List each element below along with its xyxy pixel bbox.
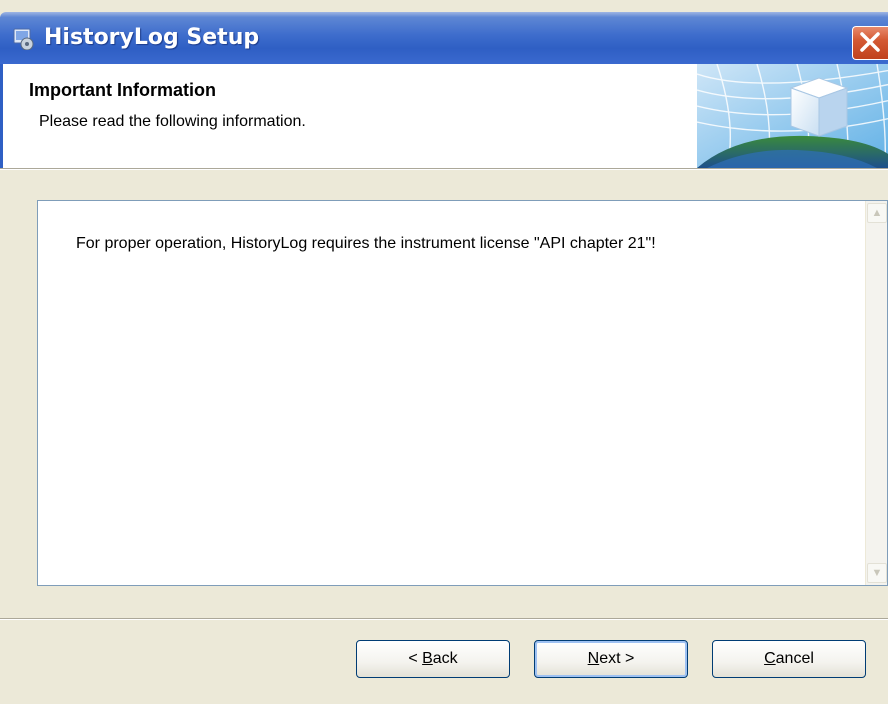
cancel-button-label: ancel [775,650,814,667]
close-button[interactable] [852,26,888,60]
header-separator [0,168,888,170]
information-text-box[interactable]: For proper operation, HistoryLog require… [37,200,888,586]
vertical-scrollbar[interactable]: ▲ ▼ [865,201,887,585]
footer-separator [0,618,888,620]
next-button-accel: N [587,650,600,667]
scroll-down-button[interactable]: ▼ [867,563,887,583]
back-button-accel: B [422,650,433,667]
cancel-button[interactable]: Cancel [712,640,866,678]
scroll-up-button[interactable]: ▲ [867,203,887,223]
back-button[interactable]: < Back [356,640,510,678]
close-icon [853,32,887,63]
setup-installer-icon [12,28,36,51]
window-title: HistoryLog Setup [44,25,260,50]
title-bar[interactable]: HistoryLog Setup [0,12,888,64]
next-button-label: ext > [599,650,635,667]
back-button-label: ack [432,650,458,667]
setup-cube-globe-graphic [696,63,888,169]
back-button-prefix: < [408,650,423,667]
scroll-up-arrow-icon: ▲ [871,207,883,219]
header-panel: Important Information Please read the fo… [0,63,888,169]
information-text: For proper operation, HistoryLog require… [76,235,656,252]
next-button[interactable]: Next > [534,640,688,678]
setup-window: HistoryLog Setup Important Information P… [0,0,888,704]
cancel-button-accel: C [764,650,776,667]
page-subtitle: Please read the following information. [39,113,306,130]
page-title: Important Information [29,80,216,100]
scroll-down-arrow-icon: ▼ [871,567,883,579]
